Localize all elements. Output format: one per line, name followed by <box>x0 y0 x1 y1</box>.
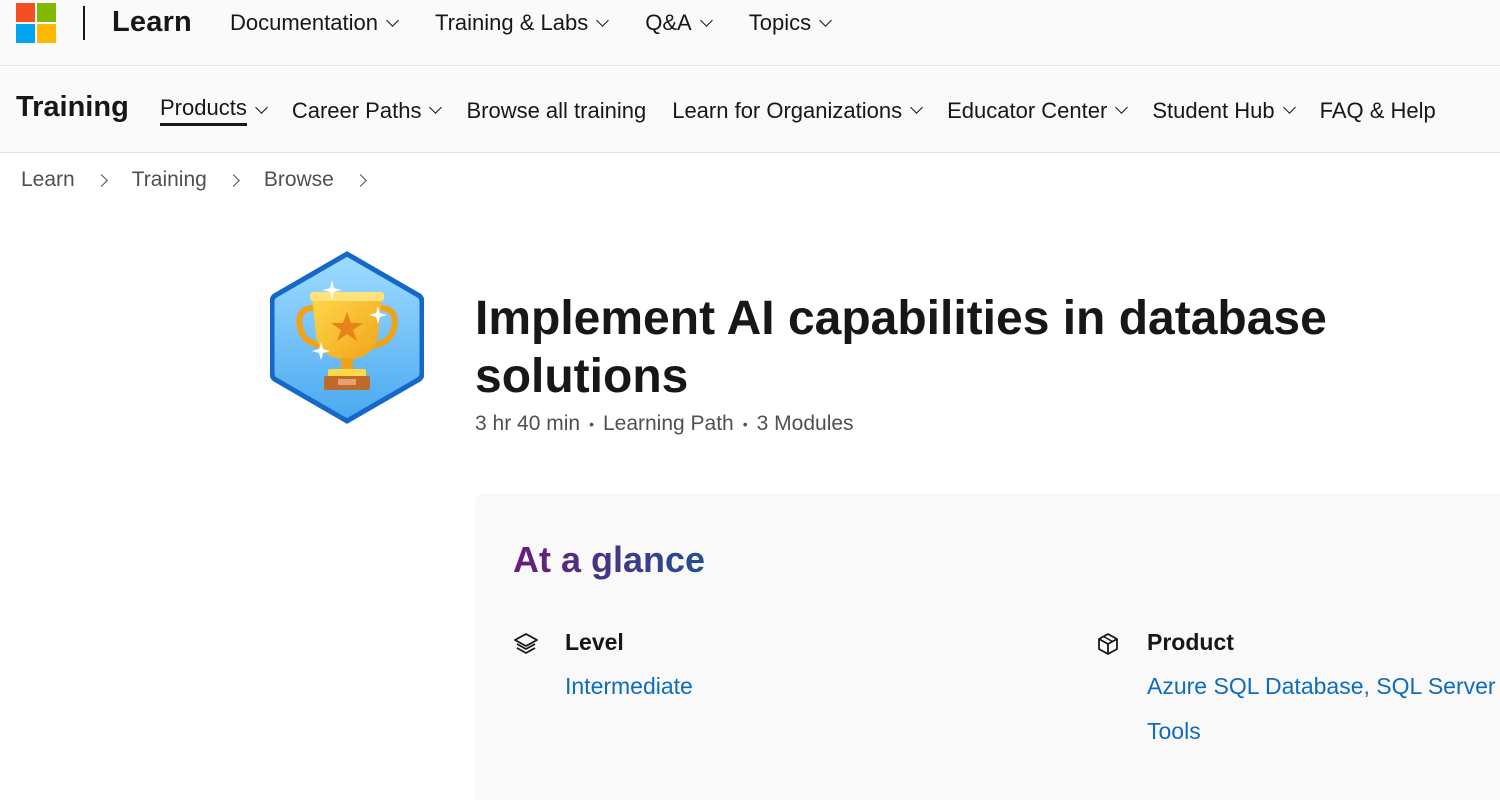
meta-separator: • <box>589 416 594 432</box>
layers-icon <box>514 633 538 654</box>
breadcrumb-link-training[interactable]: Training <box>132 168 207 192</box>
content-type-text: Learning Path <box>602 412 734 435</box>
chevron-down-icon <box>596 13 610 27</box>
training-subnav: Training Products Career Paths Browse al… <box>0 66 1500 153</box>
chevron-down-icon <box>386 13 399 27</box>
logo-divider <box>83 6 85 40</box>
chevron-down-icon <box>819 13 832 27</box>
chevron-right-icon <box>353 173 367 187</box>
meta-separator: • <box>742 416 748 432</box>
duration-text: 3 hr 40 min <box>475 412 581 435</box>
logo-square-red <box>16 3 35 22</box>
top-menu-training-labs[interactable]: Training & Labs <box>434 10 610 36</box>
subnav-item-products[interactable]: Products <box>160 95 268 126</box>
product-link-tools[interactable]: Tools <box>1147 718 1201 745</box>
subnav-item-browse-all-training[interactable]: Browse all training <box>466 95 646 126</box>
chevron-right-icon <box>226 173 240 187</box>
subnav-item-learn-for-organizations[interactable]: Learn for Organizations <box>672 95 923 126</box>
subnav-title-link[interactable]: Training <box>16 91 129 124</box>
subnav-item-student-hub[interactable]: Student Hub <box>1152 95 1296 126</box>
chevron-down-icon <box>699 13 713 27</box>
subnav-item-label: Products <box>160 95 247 126</box>
global-header: Learn Documentation Training & Labs Q&A … <box>0 0 1500 66</box>
product-link-azure-sql[interactable]: Azure SQL Database, SQL Server <box>1147 673 1496 700</box>
subnav-item-label: Learn for Organizations <box>672 97 903 123</box>
subnav-item-label: Student Hub <box>1152 97 1275 123</box>
subnav-item-career-paths[interactable]: Career Paths <box>291 95 443 126</box>
chevron-down-icon <box>1282 101 1296 114</box>
chevron-down-icon <box>429 101 443 114</box>
subnav-item-label: Career Paths <box>291 97 422 123</box>
top-menu-topics[interactable]: Topics <box>748 10 832 36</box>
brand-name-link[interactable]: Learn <box>112 6 192 39</box>
top-menu-documentation[interactable]: Documentation <box>230 10 399 36</box>
box-icon <box>1098 633 1118 655</box>
at-a-glance-heading: At a glance <box>513 539 706 580</box>
subnav-item-label: FAQ & Help <box>1319 97 1436 123</box>
breadcrumb-link-learn[interactable]: Learn <box>21 168 75 192</box>
subnav-item-faq-help[interactable]: FAQ & Help <box>1320 95 1436 126</box>
subnav-item-label: Browse all training <box>466 97 647 123</box>
chevron-down-icon <box>254 101 268 114</box>
breadcrumb: Learn Training Browse <box>21 168 391 192</box>
glance-product-label: Product <box>1147 629 1234 655</box>
microsoft-logo[interactable] <box>16 3 56 43</box>
chevron-right-icon <box>94 173 108 187</box>
glance-level-label: Level <box>565 629 624 655</box>
logo-square-green <box>37 3 56 22</box>
top-menu: Documentation Training & Labs Q&A Topics <box>230 10 868 36</box>
trophy-icon <box>270 251 424 424</box>
top-menu-label: Training & Labs <box>434 10 589 35</box>
top-menu-qa[interactable]: Q&A <box>645 10 713 36</box>
module-count-text: 3 Modules <box>756 412 854 435</box>
level-link[interactable]: Intermediate <box>565 673 693 700</box>
breadcrumb-link-browse[interactable]: Browse <box>264 168 334 192</box>
subnav-item-label: Educator Center <box>947 97 1108 123</box>
top-menu-label: Topics <box>748 10 812 35</box>
subnav-menu: Products Career Paths Browse all trainin… <box>160 95 1462 126</box>
logo-square-yellow <box>37 24 56 43</box>
subnav-item-educator-center[interactable]: Educator Center <box>947 95 1129 126</box>
page-title: Implement AI capabilities in database so… <box>475 292 1327 403</box>
top-menu-label: Documentation <box>230 10 378 35</box>
at-a-glance-card: At a glance Level Intermediate Product A… <box>475 493 1500 800</box>
chevron-down-icon <box>1115 101 1129 114</box>
top-menu-label: Q&A <box>645 10 692 35</box>
learning-path-meta: 3 hr 40 min • Learning Path • 3 Modules <box>475 412 854 436</box>
logo-square-blue <box>16 24 35 43</box>
chevron-down-icon <box>910 101 923 114</box>
